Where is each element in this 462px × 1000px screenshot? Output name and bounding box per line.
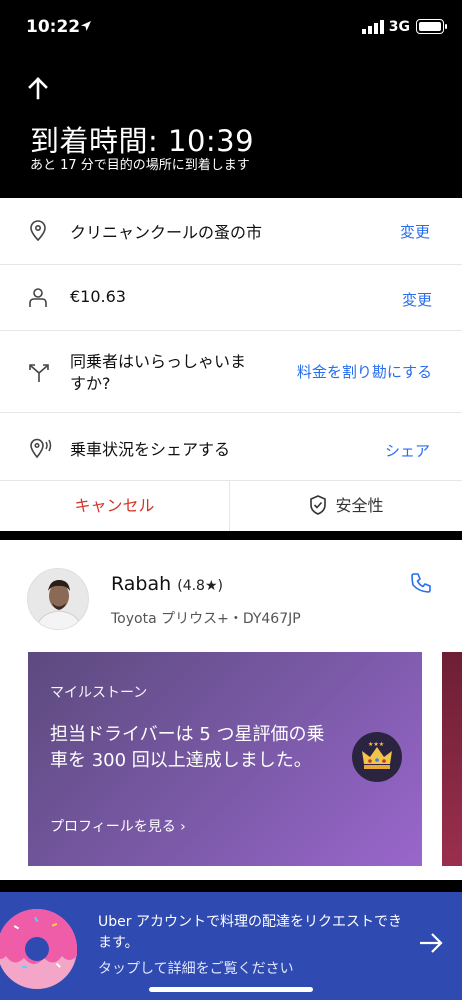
location-arrow-icon	[81, 21, 91, 31]
view-profile-link[interactable]: プロフィールを見る ›	[50, 816, 186, 836]
driver-photo	[28, 569, 88, 629]
arrow-right-icon[interactable]	[418, 932, 444, 954]
split-fare-row: 同乗者はいらっしゃいますか? 料金を割り勘にする	[0, 331, 462, 413]
split-arrows-icon	[29, 364, 49, 382]
promo-title: Uber アカウントで料理の配達をリクエストできます。	[98, 914, 402, 951]
arrow-up-icon[interactable]	[24, 74, 52, 102]
status-time: 10:22	[26, 17, 81, 37]
battery-icon	[416, 19, 447, 34]
share-location-icon	[30, 438, 52, 459]
destination-label: クリニャンクールの蚤の市	[70, 223, 263, 242]
svg-text:★★★: ★★★	[368, 741, 384, 748]
arrival-header: 到着時間: 10:39 あと 17 分で目的の場所に到着します	[0, 56, 462, 198]
share-status-row: 乗車状況をシェアする シェア	[0, 413, 462, 481]
milestone-card[interactable]: マイルストーン 担当ドライバーは 5 つ星評価の乗車を 300 回以上達成しまし…	[28, 652, 422, 866]
driver-rating: (4.8★)	[177, 578, 223, 594]
crown-badge: ★★★	[352, 732, 402, 782]
cancel-button[interactable]: キャンセル	[0, 481, 230, 531]
food-delivery-promo[interactable]: Uber アカウントで料理の配達をリクエストできます。 タップして詳細をご覧くだ…	[0, 892, 462, 1000]
trip-actions: キャンセル 安全性	[0, 481, 462, 531]
signal-icon	[362, 20, 384, 34]
network-type: 3G	[388, 19, 410, 35]
arrival-subtitle: あと 17 分で目的の場所に到着します	[30, 158, 250, 173]
fare-row: €10.63 変更	[0, 265, 462, 331]
driver-name-text: Rabah	[111, 573, 172, 595]
change-payment-button[interactable]: 変更	[402, 289, 432, 310]
driver-card: Rabah (4.8★) Toyota プリウス+・DY467JP マイルストー…	[0, 540, 462, 880]
trip-info-card: クリニャンクールの蚤の市 変更 €10.63 変更 同乗者はいらっしゃいますか?…	[0, 198, 462, 531]
donut-icon	[0, 909, 77, 989]
status-bar: 10:22 3G	[0, 0, 462, 56]
promo-subtitle: タップして詳細をご覧ください	[98, 961, 294, 977]
driver-name: Rabah (4.8★)	[111, 573, 223, 595]
destination-row: クリニャンクールの蚤の市 変更	[0, 198, 462, 265]
next-card-peek[interactable]	[442, 652, 462, 866]
location-pin-icon	[30, 220, 46, 242]
safety-label: 安全性	[335, 496, 384, 515]
split-fare-question: 同乗者はいらっしゃいますか?	[70, 352, 247, 393]
milestone-text: 担当ドライバーは 5 つ星評価の乗車を 300 回以上達成しました。	[50, 724, 325, 771]
home-indicator	[149, 987, 313, 992]
change-destination-button[interactable]: 変更	[400, 221, 430, 242]
safety-button[interactable]: 安全性	[231, 481, 462, 531]
crown-icon: ★★★	[362, 741, 392, 769]
share-button[interactable]: シェア	[385, 440, 430, 461]
shield-check-icon	[310, 495, 327, 515]
phone-icon[interactable]	[410, 572, 432, 594]
driver-avatar[interactable]	[27, 568, 89, 630]
vehicle-info: Toyota プリウス+・DY467JP	[111, 611, 301, 627]
person-icon	[29, 288, 47, 307]
split-fare-button[interactable]: 料金を割り勘にする	[297, 361, 432, 382]
share-status-label: 乗車状況をシェアする	[70, 440, 231, 459]
fare-label: €10.63	[70, 287, 126, 306]
milestone-kicker: マイルストーン	[50, 685, 148, 701]
